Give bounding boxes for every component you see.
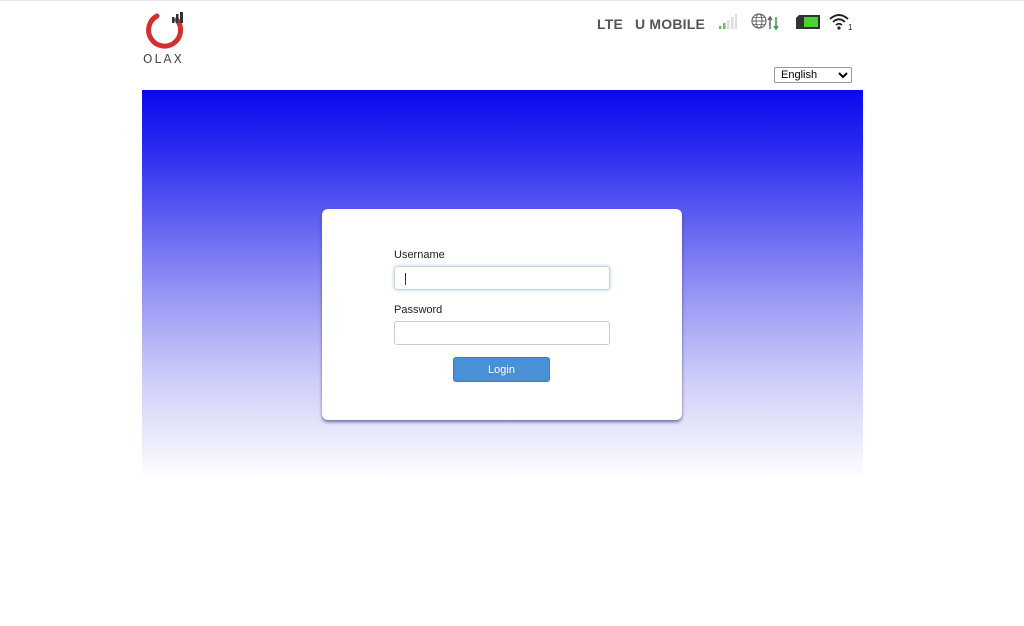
wifi-client-count: 1 [848, 23, 853, 31]
password-label: Password [394, 304, 443, 316]
language-select[interactable]: English [774, 67, 852, 83]
username-label: Username [394, 249, 445, 261]
olax-logo-icon [146, 12, 184, 49]
login-button[interactable]: Login [453, 357, 550, 382]
battery-icon [795, 14, 821, 35]
signal-bars-icon [719, 13, 738, 35]
text-cursor [405, 273, 406, 285]
brand-name: OLAX [143, 52, 184, 66]
status-bar: LTE U MOBILE 1 [597, 12, 853, 36]
globe-data-icon [751, 12, 781, 36]
wifi-icon: 1 [829, 13, 853, 36]
password-input[interactable] [394, 321, 610, 345]
operator-name: U MOBILE [635, 16, 706, 32]
username-input[interactable] [394, 266, 610, 290]
login-card [322, 209, 682, 420]
network-type: LTE [597, 16, 624, 32]
